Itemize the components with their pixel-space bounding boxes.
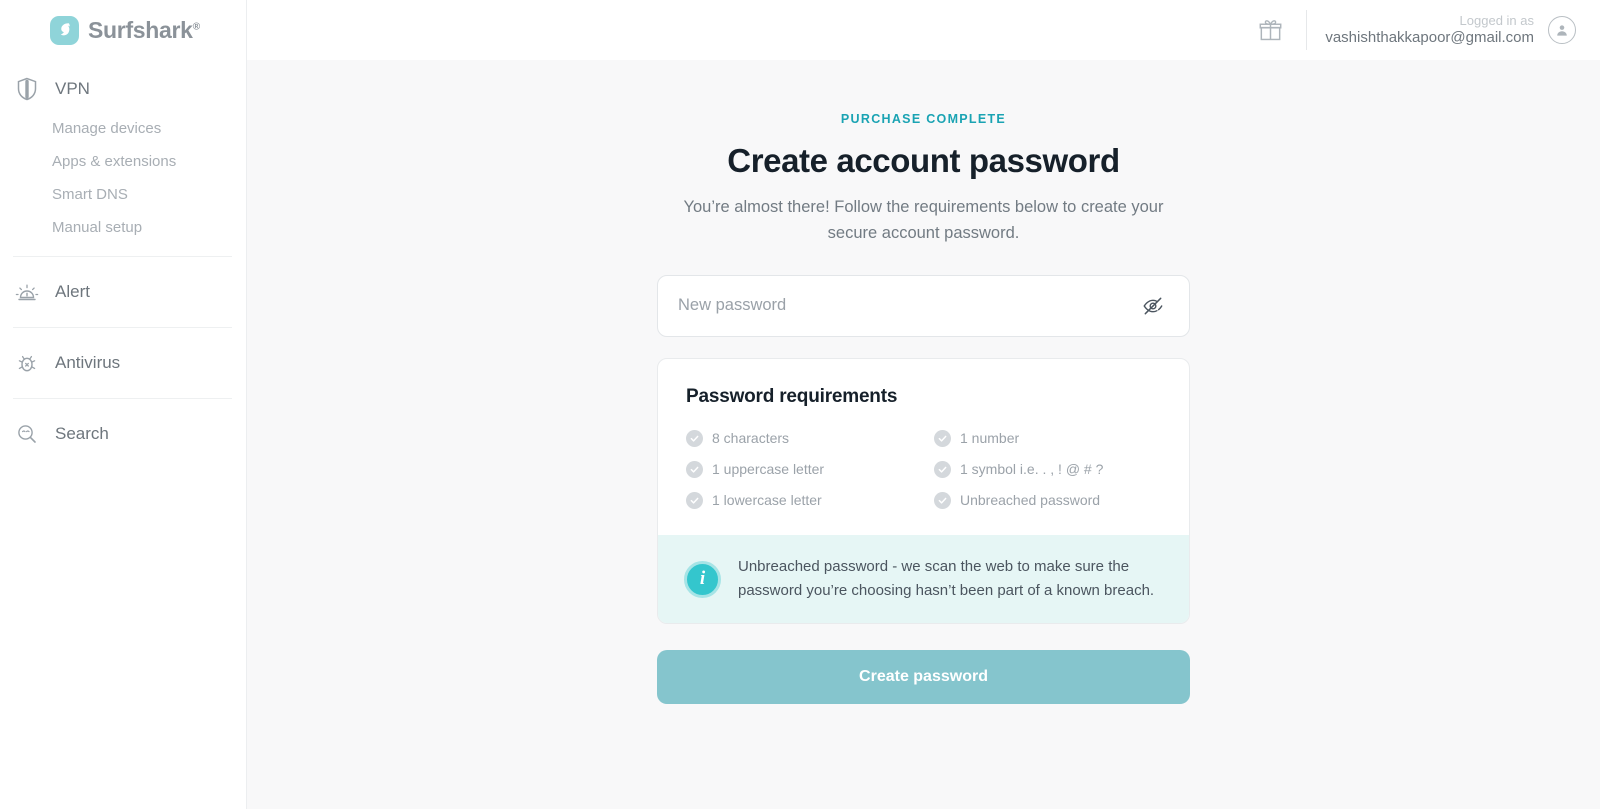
password-requirements-card: Password requirements 8 characters 1 num…	[657, 357, 1190, 625]
logged-in-label: Logged in as	[1459, 12, 1534, 28]
requirement-label: Unbreached password	[960, 492, 1101, 509]
sidebar-item-apps-extensions[interactable]: Apps & extensions	[0, 145, 246, 178]
sidebar-item-label-alert: Alert	[55, 282, 90, 301]
requirement-item: 1 uppercase letter	[686, 460, 934, 478]
sidebar-item-vpn[interactable]: VPN	[0, 66, 246, 112]
account-email: vashishthakkapoor@gmail.com	[1325, 28, 1534, 46]
unbreached-info-banner: i Unbreached password - we scan the web …	[658, 534, 1189, 624]
info-banner-text: Unbreached password - we scan the web to…	[738, 557, 1155, 600]
requirements-title: Password requirements	[686, 385, 898, 407]
check-circle-icon	[934, 429, 951, 447]
bug-icon	[13, 349, 41, 377]
topbar-separator	[1306, 10, 1308, 50]
page-title: Create account password	[727, 142, 1120, 179]
sidebar-item-smart-dns[interactable]: Smart DNS	[0, 178, 246, 211]
account-text: Logged in as vashishthakkapoor@gmail.com	[1325, 13, 1534, 48]
new-password-input[interactable]	[678, 296, 1139, 316]
gift-icon[interactable]	[1248, 8, 1292, 52]
sidebar-item-antivirus[interactable]: Antivirus	[0, 340, 246, 386]
topbar: Logged in as vashishthakkapoor@gmail.com	[247, 0, 1600, 60]
requirements-body: Password requirements 8 characters 1 num…	[658, 359, 1189, 535]
brand-name: Surfshark®	[88, 17, 200, 44]
sidebar-item-label-antivirus: Antivirus	[55, 353, 121, 372]
check-circle-icon	[686, 429, 703, 447]
app-root: Surfshark® VPN Manage devices Apps & ext…	[0, 0, 1600, 809]
requirement-item: 1 lowercase letter	[686, 491, 934, 509]
sidebar-divider-2	[13, 327, 232, 328]
info-icon: i	[684, 560, 721, 598]
alert-icon	[13, 278, 41, 306]
requirement-label: 8 characters	[712, 430, 790, 447]
brand-logo[interactable]: Surfshark®	[0, 0, 246, 60]
check-circle-icon	[686, 460, 703, 478]
sidebar-item-manage-devices[interactable]: Manage devices	[0, 112, 246, 145]
eye-off-icon[interactable]	[1139, 292, 1167, 320]
requirement-item: Unbreached password	[934, 491, 1161, 509]
user-avatar-icon[interactable]	[1548, 16, 1576, 44]
main-area: Logged in as vashishthakkapoor@gmail.com…	[247, 0, 1600, 809]
sidebar-divider-1	[13, 256, 232, 257]
check-circle-icon	[934, 460, 951, 478]
sidebar-item-label-search: Search	[55, 424, 109, 443]
requirement-label: 1 uppercase letter	[712, 461, 825, 478]
sidebar-divider-3	[13, 398, 232, 399]
purchase-status-eyebrow: PURCHASE COMPLETE	[840, 112, 1007, 126]
shield-icon	[13, 75, 41, 103]
sidebar-item-search[interactable]: Search	[0, 411, 246, 457]
sidebar-section-vpn: VPN Manage devices Apps & extensions Sma…	[0, 60, 246, 244]
page-subtitle: You’re almost there! Follow the requirem…	[683, 198, 1164, 243]
check-circle-icon	[934, 491, 951, 509]
surfshark-logo-icon	[50, 15, 79, 45]
requirement-item: 8 characters	[686, 429, 934, 447]
requirement-item: 1 symbol i.e. . , ! @ # ?	[934, 460, 1161, 478]
requirement-label: 1 symbol i.e. . , ! @ # ?	[960, 461, 1104, 478]
content-panel: PURCHASE COMPLETE Create account passwor…	[247, 60, 1600, 809]
sidebar-item-label-vpn: VPN	[55, 79, 90, 98]
sidebar: Surfshark® VPN Manage devices Apps & ext…	[0, 0, 247, 809]
requirements-grid: 8 characters 1 number 1 uppercase letter…	[686, 429, 1161, 509]
search-icon	[13, 420, 41, 448]
sidebar-item-alert[interactable]: Alert	[0, 269, 246, 315]
password-field-wrapper[interactable]	[657, 274, 1190, 337]
requirement-label: 1 number	[960, 430, 1020, 447]
account-menu[interactable]: Logged in as vashishthakkapoor@gmail.com	[1325, 13, 1576, 48]
check-circle-icon	[686, 491, 703, 509]
brand-name-text: Surfshark	[88, 16, 193, 43]
sidebar-item-manual-setup[interactable]: Manual setup	[0, 211, 246, 244]
requirement-item: 1 number	[934, 429, 1161, 447]
registered-mark: ®	[192, 20, 200, 32]
create-password-button[interactable]: Create password	[657, 650, 1190, 705]
requirement-label: 1 lowercase letter	[712, 492, 822, 509]
